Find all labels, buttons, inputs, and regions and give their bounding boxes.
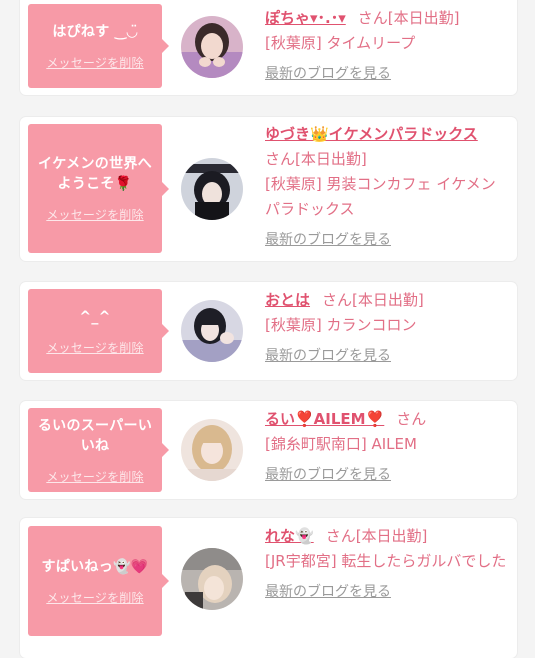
- cast-name-link[interactable]: ゆづき👑イケメンパラドックス: [265, 125, 478, 143]
- message-card: はぴねす ‿◡̈ メッセージを削除 ぽちゃ▾･.･▾ さん[本日出勤] [秋葉原]…: [20, 0, 517, 95]
- avatar[interactable]: [181, 548, 243, 610]
- shop-name: [錦糸町駅南口] AILEM: [265, 435, 417, 453]
- message-text: ^_^: [79, 308, 111, 325]
- message-card: るいのスーパーいいね メッセージを削除 るい❣️AILEM❣️ さん [錦糸町駅南…: [20, 401, 517, 499]
- honorific: さん: [325, 527, 356, 545]
- cast-info: おとは さん[本日出勤] [秋葉原] カランコロン 最新のブログを見る: [265, 288, 510, 368]
- cast-name-link[interactable]: おとは: [265, 291, 310, 309]
- delete-message-link[interactable]: メッセージを削除: [46, 589, 143, 606]
- shop-name: [秋葉原] タイムリープ: [265, 34, 416, 52]
- avatar[interactable]: [181, 16, 243, 78]
- cast-info: るい❣️AILEM❣️ さん [錦糸町駅南口] AILEM 最新のブログを見る: [265, 407, 510, 487]
- cast-name-link[interactable]: るい❣️AILEM❣️: [265, 410, 384, 428]
- cast-info: ぽちゃ▾･.･▾ さん[本日出勤] [秋葉原] タイムリープ 最新のブログを見る: [265, 6, 510, 86]
- avatar-photo: [181, 158, 243, 220]
- message-card: ^_^ メッセージを削除 おとは さん[本日出勤] [秋葉原] カランコロン 最新…: [20, 282, 517, 380]
- honorific: さん: [265, 150, 296, 168]
- honorific: さん: [357, 9, 388, 27]
- latest-blog-link[interactable]: 最新のブログを見る: [265, 344, 391, 368]
- message-bubble: イケメンの世界へようこそ🌹 メッセージを削除: [28, 124, 169, 253]
- avatar[interactable]: [181, 300, 243, 362]
- avatar[interactable]: [181, 158, 243, 220]
- message-bubble: すぱいねっ👻💗 メッセージを削除: [28, 526, 169, 636]
- work-status: [本日出勤]: [352, 291, 424, 309]
- message-card: すぱいねっ👻💗 メッセージを削除 れな👻 さん[本日出勤] [JR宇都宮] 転生し…: [20, 518, 517, 658]
- avatar-photo: [181, 16, 243, 78]
- latest-blog-link[interactable]: 最新のブログを見る: [265, 580, 391, 604]
- avatar[interactable]: [181, 419, 243, 481]
- delete-message-link[interactable]: メッセージを削除: [46, 206, 143, 223]
- delete-message-link[interactable]: メッセージを削除: [46, 468, 143, 485]
- honorific: さん: [322, 291, 353, 309]
- cast-info: ゆづき👑イケメンパラドックス さん[本日出勤] [秋葉原] 男装コンカフェ イケ…: [265, 122, 510, 252]
- message-bubble: るいのスーパーいいね メッセージを削除: [28, 408, 169, 492]
- work-status: [本日出勤]: [295, 150, 367, 168]
- message-card: イケメンの世界へようこそ🌹 メッセージを削除 ゆづき👑イケメンパラドックス さん…: [20, 117, 517, 261]
- honorific: さん: [396, 410, 427, 428]
- delete-message-link[interactable]: メッセージを削除: [46, 339, 143, 356]
- shop-name: [秋葉原] カランコロン: [265, 316, 417, 334]
- shop-name: [秋葉原] 男装コンカフェ イケメンパラドックス: [265, 175, 496, 218]
- message-text: はぴねす ‿◡̈: [52, 23, 138, 40]
- avatar-photo: [181, 548, 243, 610]
- message-bubble: ^_^ メッセージを削除: [28, 289, 169, 373]
- cast-name-link[interactable]: ぽちゃ▾･.･▾: [265, 9, 346, 27]
- message-text: イケメンの世界へようこそ🌹: [38, 156, 152, 192]
- message-text: すぱいねっ👻💗: [41, 558, 149, 575]
- work-status: [本日出勤]: [387, 9, 460, 27]
- latest-blog-link[interactable]: 最新のブログを見る: [265, 228, 391, 252]
- cast-name-link[interactable]: れな👻: [265, 527, 314, 545]
- cast-info: れな👻 さん[本日出勤] [JR宇都宮] 転生したらガルバでした 最新のブログを見…: [265, 524, 510, 604]
- work-status: [本日出勤]: [355, 527, 428, 545]
- avatar-photo: [181, 419, 243, 481]
- delete-message-link[interactable]: メッセージを削除: [46, 54, 143, 71]
- latest-blog-link[interactable]: 最新のブログを見る: [265, 463, 391, 487]
- message-text: るいのスーパーいいね: [37, 417, 153, 454]
- message-bubble: はぴねす ‿◡̈ メッセージを削除: [28, 4, 169, 88]
- shop-name: [JR宇都宮] 転生したらガルバでした: [265, 552, 507, 570]
- latest-blog-link[interactable]: 最新のブログを見る: [265, 62, 391, 86]
- avatar-photo: [181, 300, 243, 362]
